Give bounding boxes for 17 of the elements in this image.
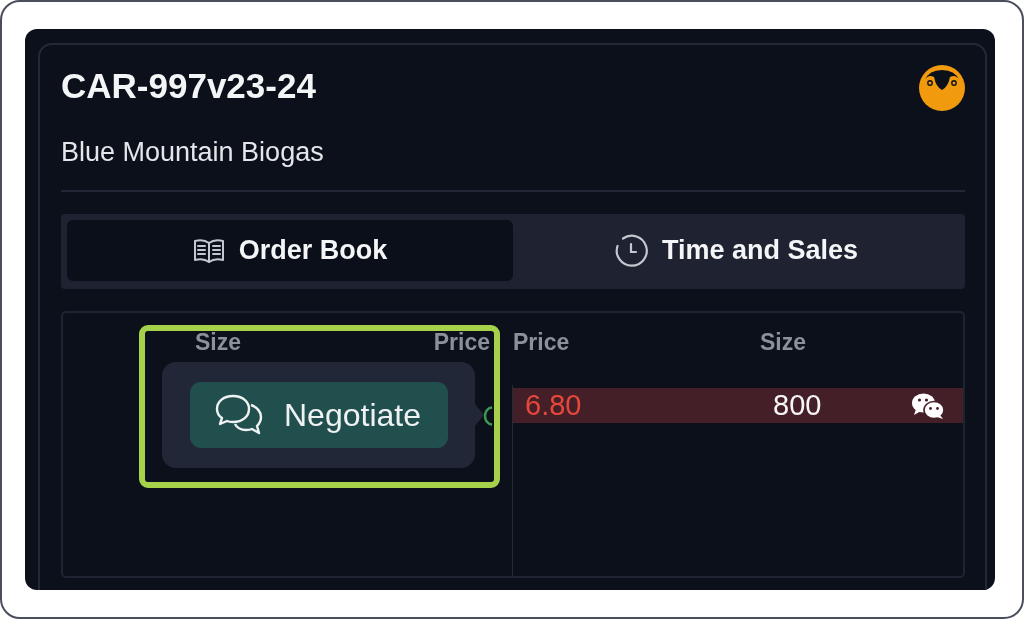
size-cell-text: 800 — [772, 388, 822, 423]
arc-icon — [484, 405, 493, 426]
logo-icon — [919, 65, 965, 111]
instrument-code: CAR-997v23-24 — [61, 66, 316, 106]
chat-bubbles-icon — [911, 391, 945, 420]
negotiate-button[interactable]: Negotiate — [190, 382, 448, 448]
column-header: Size — [195, 328, 243, 356]
clock-icon — [613, 233, 648, 268]
open-book-icon — [192, 236, 225, 265]
column-header: Price — [433, 328, 490, 356]
instrument-name: Blue Mountain Biogas — [61, 136, 325, 168]
tab[interactable]: Time and Sales — [513, 220, 959, 281]
tab[interactable]: Order Book — [67, 220, 513, 281]
price-cell-text: 6.80 — [524, 388, 582, 423]
column-header: Size — [760, 328, 808, 356]
column-header: Price — [513, 328, 571, 356]
speech-bubbles-icon — [215, 394, 263, 436]
